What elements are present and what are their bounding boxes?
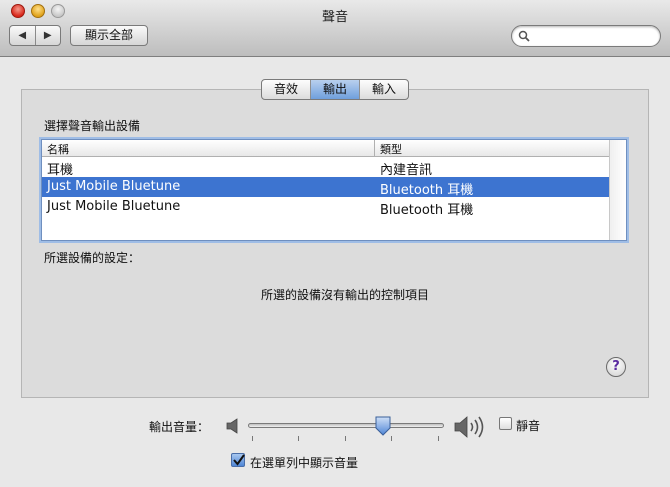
device-name: Just Mobile Bluetune — [47, 179, 181, 194]
slider-tick — [391, 436, 392, 441]
slider-tick — [438, 436, 439, 441]
device-name: 耳機 — [47, 163, 74, 178]
slider-tick — [345, 436, 346, 441]
show-volume-in-menu-checkbox[interactable] — [231, 453, 245, 467]
table-scrollbar[interactable] — [609, 140, 626, 240]
select-output-device-label: 選擇聲音輸出設備 — [44, 119, 141, 133]
forward-button[interactable]: ▶ — [34, 26, 61, 45]
table-row[interactable]: Just Mobile Bluetune Bluetooth 耳機 — [42, 197, 609, 218]
speaker-high-icon — [454, 416, 484, 438]
tab-bar: 音效 輸出 輸入 — [261, 79, 410, 100]
table-row[interactable]: 耳機 內建音訊 — [42, 157, 609, 178]
mute-label: 靜音 — [516, 419, 541, 433]
show-all-button[interactable]: 顯示全部 — [70, 25, 148, 46]
no-controls-message: 所選的設備沒有輸出的控制項目 — [260, 288, 429, 302]
checkmark-icon — [233, 454, 245, 466]
back-forward-buttons: ◀ ▶ — [9, 25, 61, 46]
tab-sound-effects[interactable]: 音效 — [262, 80, 310, 99]
column-header-type[interactable]: 類型 — [380, 141, 402, 157]
table-row-selected[interactable]: Just Mobile Bluetune Bluetooth 耳機 — [42, 177, 609, 198]
back-button[interactable]: ◀ — [10, 26, 35, 45]
output-device-table[interactable]: 名稱 類型 耳機 內建音訊 Just Mobile Bluetune Bluet… — [41, 139, 627, 241]
output-panel — [21, 89, 649, 398]
device-name: Just Mobile Bluetune — [47, 199, 181, 214]
table-header: 名稱 類型 — [42, 140, 609, 157]
tab-output[interactable]: 輸出 — [310, 80, 360, 99]
show-volume-in-menu-label: 在選單列中顯示音量 — [250, 456, 359, 470]
device-type: Bluetooth 耳機 — [380, 183, 474, 198]
slider-tick — [252, 436, 253, 441]
search-icon — [518, 30, 530, 42]
column-divider — [374, 140, 375, 156]
slider-tick — [298, 436, 299, 441]
title-bar: 聲音 ◀ ▶ 顯示全部 — [0, 0, 670, 57]
search-field[interactable] — [511, 25, 661, 47]
window-title: 聲音 — [321, 10, 348, 25]
volume-slider[interactable] — [248, 423, 444, 428]
output-volume-label: 輸出音量： — [149, 420, 210, 434]
column-header-name[interactable]: 名稱 — [47, 141, 69, 157]
mute-checkbox[interactable] — [499, 417, 512, 430]
volume-slider-knob[interactable] — [374, 416, 392, 436]
help-button[interactable]: ? — [606, 357, 626, 377]
device-type: 內建音訊 — [380, 163, 433, 178]
tab-input[interactable]: 輸入 — [359, 80, 408, 99]
device-settings-label: 所選設備的設定： — [44, 251, 141, 265]
device-type: Bluetooth 耳機 — [380, 203, 474, 218]
speaker-low-icon — [226, 418, 238, 434]
